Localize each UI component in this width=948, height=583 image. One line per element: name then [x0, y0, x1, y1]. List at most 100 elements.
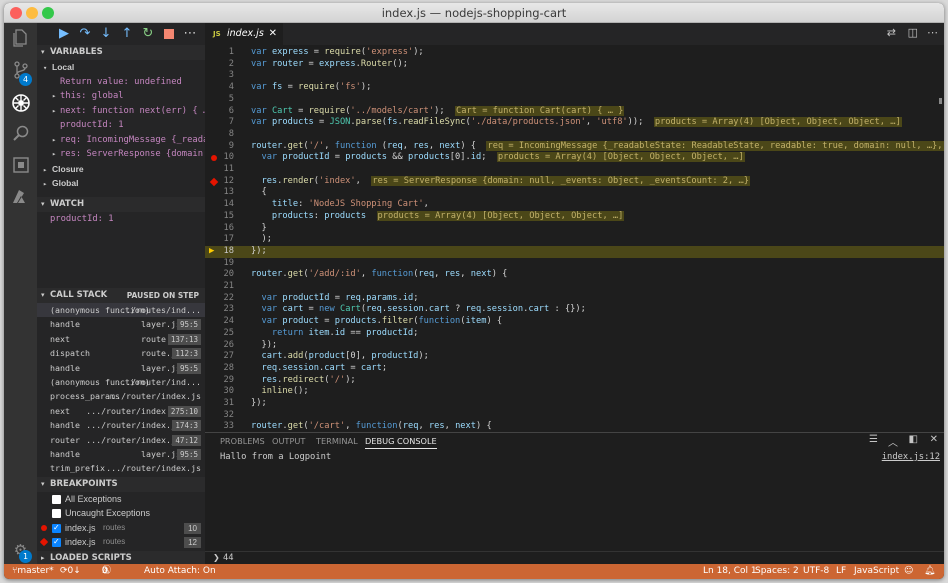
step-over-icon[interactable]: ↷ — [77, 26, 93, 42]
uncaught-exceptions-checkbox[interactable] — [52, 509, 61, 519]
split-editor-icon[interactable]: ◫ — [908, 26, 918, 39]
code-line[interactable]: 17 ); — [205, 234, 944, 246]
notifications-icon[interactable]: 🔔︎ — [924, 564, 935, 579]
source-control-icon[interactable]: 4 — [10, 61, 32, 86]
call-stack-frame[interactable]: next .../router/index.js 275:10 — [37, 404, 205, 418]
code-line[interactable]: 27 cart.add(product[0], productId); — [205, 351, 944, 363]
call-stack-frame[interactable]: (anonymous function) .../routes/ind... — [37, 303, 205, 318]
explorer-icon[interactable] — [10, 29, 31, 50]
code-line[interactable]: 18 ▶}); — [205, 245, 944, 258]
continue-icon[interactable]: ▶ — [56, 26, 72, 42]
panel-layout-icon[interactable]: ◧ — [909, 434, 918, 445]
line-ending[interactable]: LF — [836, 564, 846, 579]
tab-output[interactable]: OUTPUT — [272, 436, 305, 446]
language-mode[interactable]: JavaScript — [854, 564, 899, 579]
call-stack-frame[interactable]: handle layer.js 95:5 — [37, 361, 205, 375]
code-line[interactable]: 22 var productId = req.params.id; — [205, 293, 944, 305]
code-line[interactable]: 13 { — [205, 187, 944, 199]
code-line[interactable]: 31}); — [205, 398, 944, 410]
auto-attach-toggle[interactable]: Auto Attach: On — [144, 564, 216, 579]
code-line[interactable]: 16 } — [205, 223, 944, 235]
return-value-item[interactable]: Return value: undefined — [37, 75, 205, 90]
watch-header[interactable]: ▾ WATCH — [37, 196, 205, 212]
uncaught-exceptions-breakpoint[interactable]: Uncaught Exceptions — [37, 506, 205, 521]
code-line[interactable]: 8 — [205, 129, 944, 141]
all-exceptions-breakpoint[interactable]: All Exceptions — [37, 492, 205, 507]
breakpoint-checkbox[interactable] — [52, 535, 61, 550]
feedback-icon[interactable]: ☺ — [904, 564, 913, 579]
call-stack-frame[interactable]: trim_prefix .../router/index.js — [37, 461, 205, 475]
call-stack-frame[interactable]: process_params .../router/index.js — [37, 389, 205, 403]
call-stack-frame[interactable]: dispatch route.js 112:3 — [37, 346, 205, 360]
variables-header[interactable]: ▾ VARIABLES — [37, 45, 205, 60]
restart-icon[interactable]: ↻ — [140, 26, 156, 42]
code-view[interactable]: 1 var express = require('express'); 2 var r… — [205, 45, 944, 432]
next-variable[interactable]: ▸ next: function next(err) { … } — [37, 104, 205, 119]
close-panel-icon[interactable]: ✕ — [930, 434, 938, 445]
all-exceptions-checkbox[interactable] — [52, 494, 61, 504]
console-input[interactable]: ❯ 44 — [205, 551, 944, 565]
code-line[interactable]: 24 var product = products.filter(functio… — [205, 316, 944, 328]
more-actions-icon[interactable]: ⋯ — [182, 26, 198, 42]
code-line[interactable]: 14 title: 'NodeJS Shopping Cart', — [205, 199, 944, 211]
close-tab-icon[interactable]: ✕ — [269, 23, 277, 45]
minimize-window-button[interactable] — [26, 7, 38, 19]
debug-icon[interactable] — [10, 93, 31, 114]
maximize-panel-icon[interactable]: ︿ — [888, 434, 898, 449]
code-line[interactable]: 19 — [205, 258, 944, 270]
code-line[interactable]: 9 router.get('/', function (req, res, nex… — [205, 140, 944, 153]
tab-terminal[interactable]: TERMINAL — [316, 436, 358, 446]
clear-console-icon[interactable]: ☰ — [869, 434, 878, 445]
azure-icon[interactable] — [10, 189, 31, 210]
code-line[interactable]: 33 router.get('/cart', function(req, res,… — [205, 421, 944, 432]
code-line[interactable]: 12 res.render('index', res = ServerRespo… — [205, 175, 944, 188]
search-icon[interactable] — [10, 125, 31, 146]
tab-index-js[interactable]: JS index.js ✕ — [205, 23, 283, 45]
breakpoints-header[interactable]: ▾ BREAKPOINTS — [37, 476, 205, 492]
code-line[interactable]: 32 — [205, 410, 944, 422]
call-stack-frame[interactable]: router .../router/index.js 47:12 — [37, 433, 205, 447]
code-line[interactable]: 20 router.get('/add/:id', function(req, r… — [205, 269, 944, 281]
open-changes-icon[interactable]: ⇄ — [887, 26, 896, 39]
code-line[interactable]: 23 var cart = new Cart(req.session.cart … — [205, 304, 944, 316]
tab-problems[interactable]: PROBLEMS — [220, 436, 265, 446]
call-stack-header[interactable]: ▾ CALL STACK PAUSED ON STEP — [37, 288, 205, 303]
source-link[interactable]: index.js:12 — [882, 452, 940, 462]
step-out-icon[interactable]: ↑ — [119, 26, 135, 42]
req-variable[interactable]: ▸req: IncomingMessage {_readableSt… — [37, 133, 205, 148]
code-line[interactable]: 28 req.session.cart = cart; — [205, 363, 944, 375]
watch-item[interactable]: productId: 1 — [37, 212, 205, 227]
call-stack-frame[interactable]: handle layer.js 95:5 — [37, 447, 205, 461]
code-line[interactable]: 1 var express = require('express'); — [205, 47, 944, 59]
closure-scope[interactable]: ▸ Closure — [37, 162, 205, 177]
code-line[interactable]: 30 inline(); — [205, 386, 944, 398]
local-scope[interactable]: ▾ Local — [37, 60, 205, 75]
res-variable[interactable]: ▸res: ServerResponse {domain: null… — [37, 147, 205, 162]
code-line[interactable]: 26 }); — [205, 340, 944, 352]
encoding[interactable]: UTF-8 — [803, 564, 829, 579]
settings-gear-icon[interactable]: ⚙ 1 — [10, 539, 32, 563]
call-stack-frame[interactable]: handle layer.js 95:5 — [37, 317, 205, 331]
call-stack-frame[interactable]: next route.js 137:13 — [37, 332, 205, 346]
stop-icon[interactable] — [161, 26, 177, 42]
code-line[interactable]: 7 var products = JSON.parse(fs.readFileSy… — [205, 117, 944, 129]
call-stack-frame[interactable]: (anonymous function) .../router/ind... — [37, 375, 205, 389]
step-into-icon[interactable]: ↓ — [98, 26, 114, 42]
breakpoint-item[interactable]: index.js routes 12 — [37, 535, 205, 550]
productid-variable[interactable]: productId: 1 — [37, 118, 205, 133]
editor-more-icon[interactable]: ⋯ — [927, 26, 938, 39]
code-line[interactable]: 15 products: products products = Array(4… — [205, 210, 944, 223]
code-line[interactable]: 25 return item.id == productId; — [205, 328, 944, 340]
loaded-scripts-header[interactable]: ▸ LOADED SCRIPTS — [37, 550, 205, 564]
maximize-window-button[interactable] — [42, 7, 54, 19]
sync-indicator[interactable]: ⟳ 0↓ 2↑ — [60, 564, 81, 579]
code-line[interactable]: 21 — [205, 281, 944, 293]
close-window-button[interactable] — [10, 7, 22, 19]
global-scope[interactable]: ▸ Global — [37, 176, 205, 191]
branch-indicator[interactable]: ⑂ master* — [12, 564, 54, 579]
code-line[interactable]: 4 var fs = require('fs'); — [205, 82, 944, 94]
extensions-icon[interactable] — [10, 157, 31, 178]
code-line[interactable]: 29 res.redirect('/'); — [205, 375, 944, 387]
call-stack-frame[interactable]: handle .../router/index.js 174:3 — [37, 418, 205, 432]
tab-debug-console[interactable]: DEBUG CONSOLE — [365, 436, 437, 449]
